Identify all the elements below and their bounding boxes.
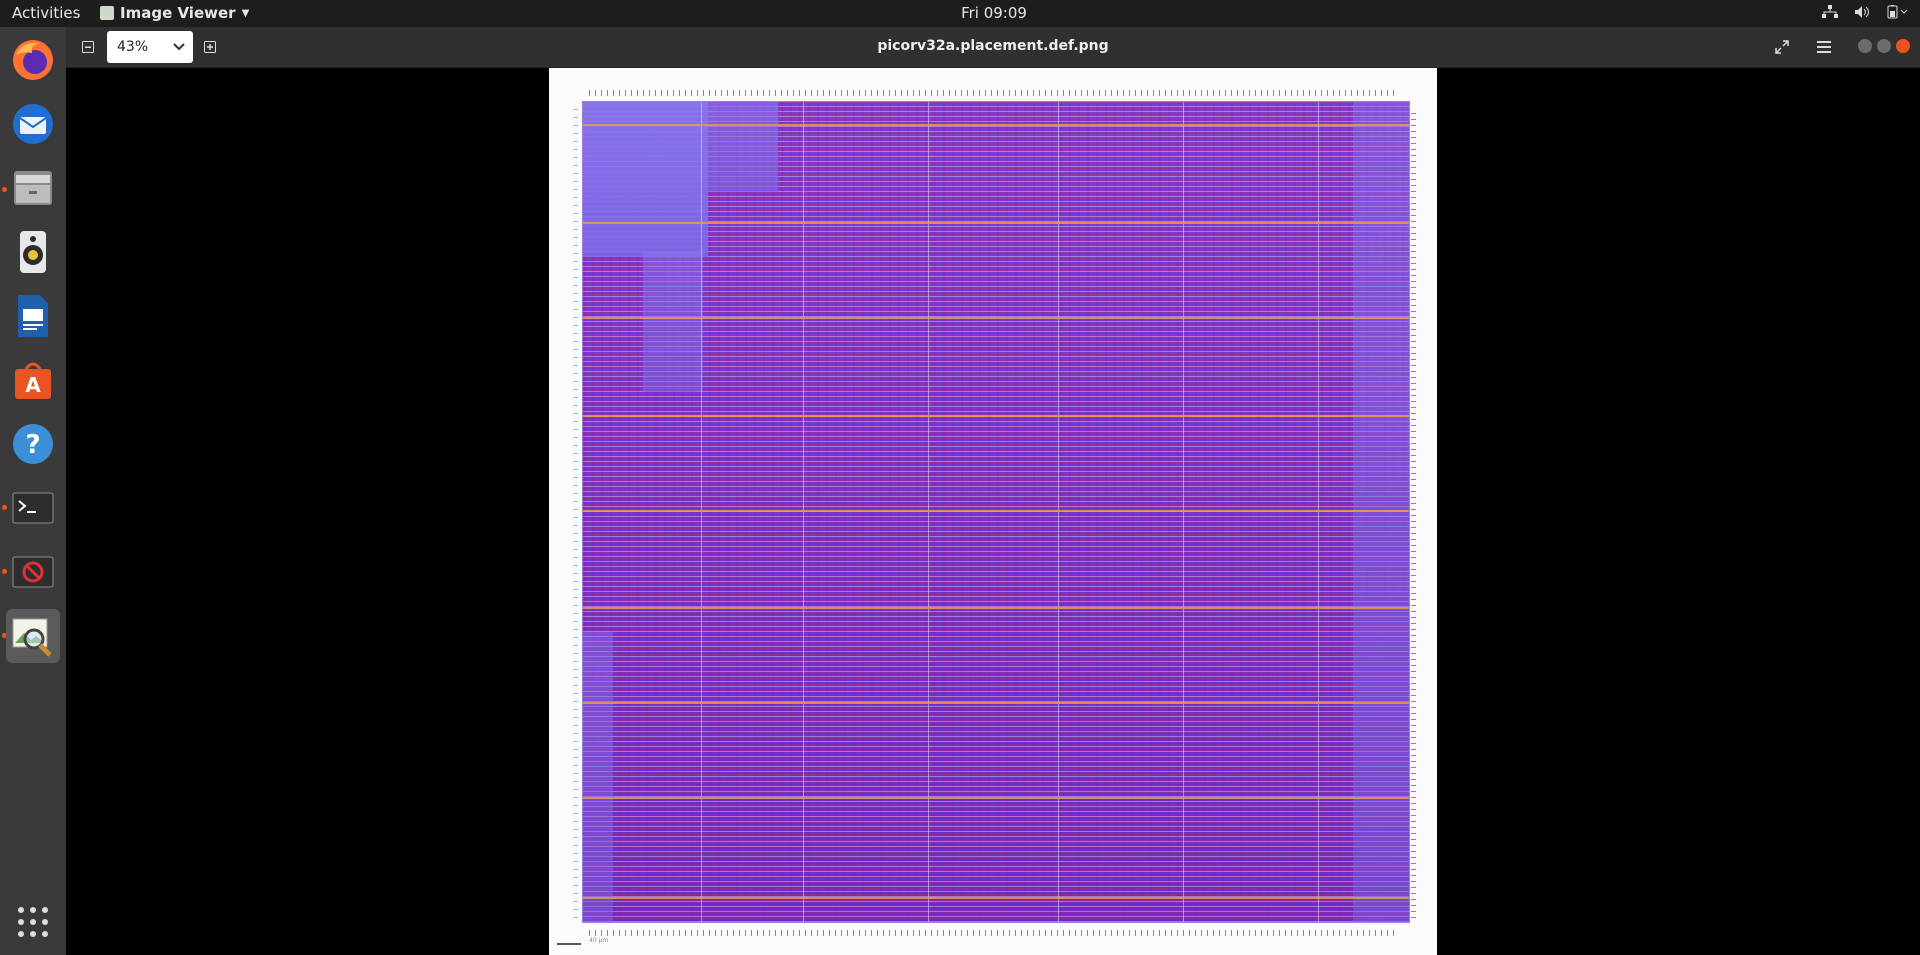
dock-help[interactable]: ? (6, 417, 60, 471)
io-pins-bottom (589, 930, 1399, 936)
power-strap (701, 102, 702, 922)
power-rail (583, 797, 1409, 799)
zoom-out-icon (82, 41, 94, 53)
scale-bar (557, 943, 581, 945)
power-strap (928, 102, 929, 922)
hamburger-menu-icon (1817, 41, 1831, 53)
dock-writer[interactable] (6, 289, 60, 343)
firefox-icon (13, 40, 53, 80)
show-applications-button[interactable] (6, 895, 60, 949)
chevron-down-icon: ▼ (241, 7, 250, 19)
clock[interactable]: Fri 09:09 (961, 4, 1027, 22)
mail-icon (13, 104, 53, 144)
core-area (582, 101, 1410, 923)
fullscreen-button[interactable] (1770, 35, 1794, 59)
zoom-out-button[interactable] (76, 35, 100, 59)
window-controls (1858, 39, 1910, 53)
writer-icon (18, 295, 48, 337)
dock-blocked-app[interactable] (6, 545, 60, 599)
dock-image-viewer[interactable] (6, 609, 60, 663)
maximize-icon[interactable] (1877, 39, 1891, 53)
app-menu-label: Image Viewer (120, 4, 236, 22)
dock-terminal[interactable] (6, 481, 60, 535)
zoom-level-value: 43% (117, 39, 149, 55)
sparse-region (708, 102, 778, 192)
menu-button[interactable] (1812, 35, 1836, 59)
terminal-icon (12, 492, 54, 524)
top-bar: Activities Image Viewer ▼ Fri 09:09 (0, 0, 1920, 27)
battery-icon[interactable] (1886, 5, 1908, 23)
zoom-level-combo[interactable]: 43% (107, 31, 193, 63)
zoom-in-icon (204, 41, 216, 53)
volume-icon[interactable] (1854, 5, 1870, 23)
sparse-region (643, 252, 703, 392)
zoom-in-button[interactable] (198, 35, 222, 59)
power-rail (583, 897, 1409, 899)
system-tray[interactable] (1822, 5, 1908, 23)
power-rail (583, 317, 1409, 319)
activities-button[interactable]: Activities (12, 4, 80, 22)
dock-software[interactable]: A (6, 353, 60, 407)
dock-firefox[interactable] (6, 33, 60, 87)
power-rail (583, 607, 1409, 609)
dock-rhythmbox[interactable] (6, 225, 60, 279)
dock-files[interactable] (6, 161, 60, 215)
power-rail (583, 415, 1409, 417)
power-strap (803, 102, 804, 922)
blocked-icon (12, 556, 54, 588)
power-strap (1058, 102, 1059, 922)
power-strap (1318, 102, 1319, 922)
minimize-icon[interactable] (1858, 39, 1872, 53)
app-menu[interactable]: Image Viewer ▼ (100, 4, 249, 22)
power-rail (583, 702, 1409, 704)
scale-bar-label: 40 µm (589, 937, 609, 944)
io-pins-top (589, 90, 1399, 96)
dock: A ? (0, 27, 66, 955)
speaker-icon (20, 231, 46, 273)
app-grid-icon (18, 907, 48, 937)
fullscreen-icon (1775, 40, 1789, 54)
dock-thunderbird[interactable] (6, 97, 60, 151)
window-title: picorv32a.placement.def.png (877, 38, 1109, 54)
svg-text:A: A (25, 373, 41, 397)
sparse-region (1353, 102, 1409, 922)
header-bar: 43% picorv32a.placement.def.png (66, 27, 1920, 68)
help-icon: ? (13, 424, 53, 464)
power-strap (1183, 102, 1184, 922)
power-rail (583, 510, 1409, 512)
image-viewer-small-icon (100, 6, 114, 20)
power-rail (583, 222, 1409, 224)
image-viewer-icon (12, 618, 52, 657)
io-pins-right (1411, 108, 1416, 918)
power-rail (583, 124, 1409, 126)
software-store-icon: A (15, 362, 51, 399)
io-pins-left (573, 108, 578, 918)
svg-text:?: ? (25, 430, 40, 460)
sparse-region (583, 632, 613, 922)
placement-image: 40 µm (549, 68, 1437, 955)
close-icon[interactable] (1896, 39, 1910, 53)
image-viewer-window: 43% picorv32a.placement.def.png 40 µm (66, 27, 1920, 955)
network-icon[interactable] (1822, 5, 1838, 23)
chevron-down-icon (173, 43, 185, 51)
image-canvas[interactable]: 40 µm (66, 68, 1920, 955)
files-icon (14, 171, 52, 205)
